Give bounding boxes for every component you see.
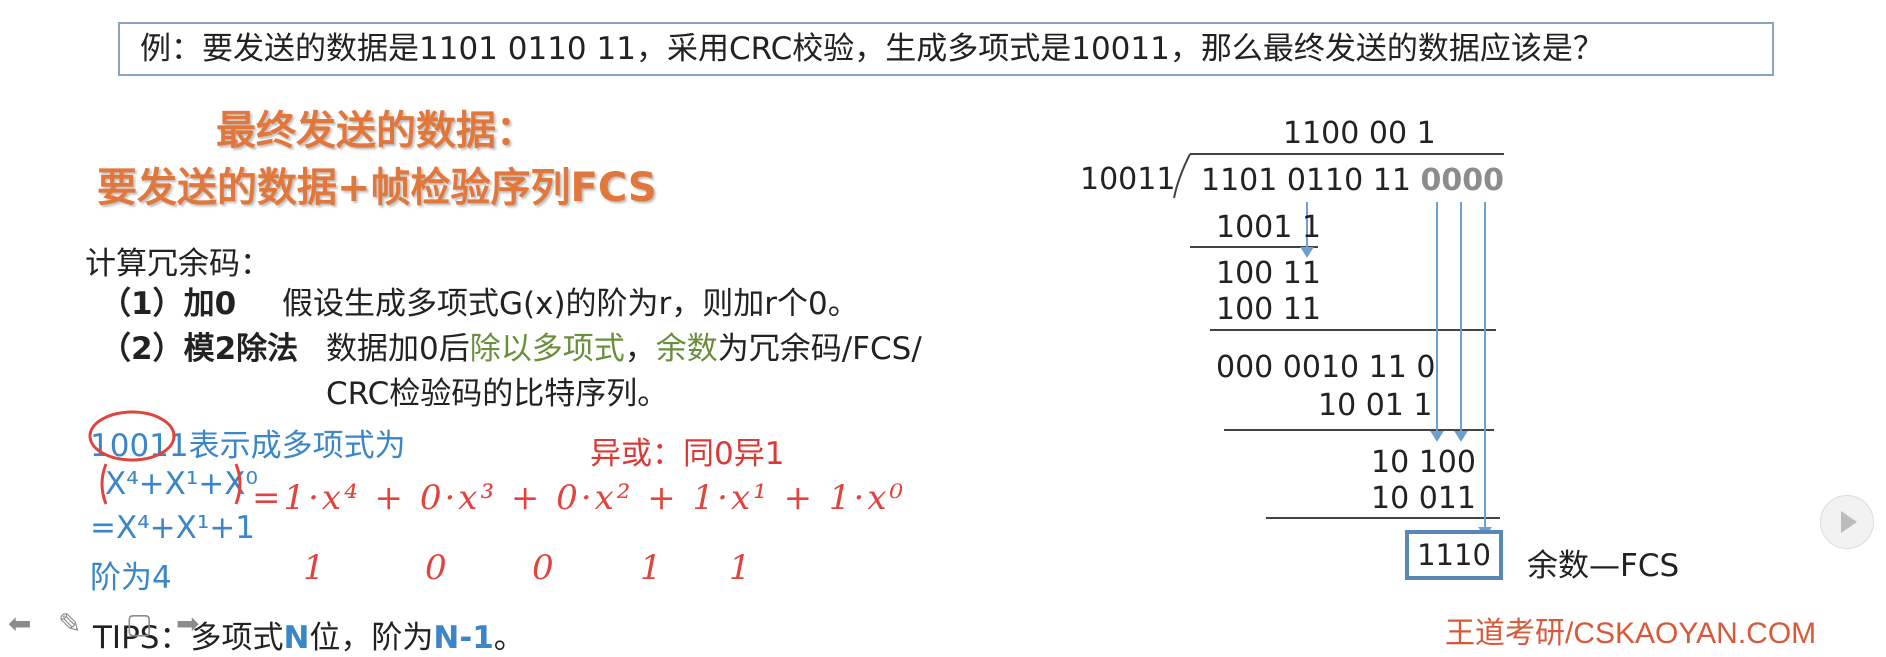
hand-bit-4: 1 — [640, 548, 662, 588]
handwritten-expansion: =1·x⁴ + 0·x³ + 0·x² + 1·x¹ + 1·x⁰ — [252, 478, 907, 518]
heading-line1: 最终发送的数据： — [216, 108, 536, 154]
remainder-label: 余数—FCS — [1527, 548, 1680, 584]
hand-bit-3: 0 — [532, 548, 554, 588]
step2-text: 数据加0后除以多项式，余数为冗余码/FCS/ — [326, 323, 922, 368]
calc-title: 计算冗余码： — [85, 246, 271, 282]
play-button[interactable] — [1820, 495, 1874, 549]
xor-note: 异或：同0异1 — [590, 436, 785, 472]
step2-text-d: 余数 — [655, 331, 718, 367]
tips-text-a: 多项式 — [190, 620, 284, 656]
division-row-6: 10 100 — [1371, 445, 1476, 480]
prev-arrow-icon[interactable]: ⬅ — [8, 607, 31, 640]
quotient: 1100 00 1 — [1283, 116, 1436, 151]
question-box: 例：要发送的数据是1101 0110 11，采用CRC校验，生成多项式是1001… — [118, 22, 1774, 76]
step2-text-line2: CRC检验码的比特序列。 — [326, 376, 669, 412]
division-row-7: 10 011 — [1371, 481, 1476, 516]
division-row-4: 000 0010 11 0 — [1216, 350, 1436, 385]
appended-zeros: 0000 — [1420, 163, 1505, 198]
circle-annotation — [88, 410, 176, 462]
remainder-value: 1110 — [1417, 538, 1491, 572]
divisor: 10011 — [1080, 162, 1176, 197]
footer-brand: 王道考研/CSKAOYAN.COM — [1445, 617, 1817, 650]
tips-line: TIPS：多项式N位，阶为N-1。 — [93, 612, 525, 657]
pen-icon[interactable]: ✎ — [58, 607, 81, 640]
question-text: 例：要发送的数据是1101 0110 11，采用CRC校验，生成多项式是1001… — [140, 31, 1604, 67]
step1-label: （1）加0 — [100, 286, 237, 322]
tips-text-b: N — [283, 620, 310, 656]
division-row-5: 10 01 1 — [1318, 388, 1433, 423]
poly-line4: 阶为4 — [90, 560, 172, 596]
tips-text-c: 位，阶为 — [309, 620, 434, 656]
remainder-box: 1110 — [1405, 530, 1503, 580]
eraser-icon[interactable]: ▢ — [126, 607, 152, 640]
division-row-1: 1001 1 — [1216, 210, 1321, 245]
tips-text-e: 。 — [493, 620, 525, 656]
step2-label: （2）模2除法 — [100, 331, 299, 367]
heading-line2: 要发送的数据+帧检验序列FCS — [97, 165, 657, 211]
dividend-bits: 1101 0110 11 — [1201, 163, 1411, 198]
bracket-annotation — [100, 463, 242, 505]
tips-text-d: N-1 — [433, 620, 494, 656]
step2-text-a: 数据加0后 — [326, 331, 470, 367]
step2-text-b: 除以多项式 — [469, 331, 625, 367]
hand-bit-2: 0 — [425, 548, 447, 588]
division-row-3: 100 11 — [1216, 292, 1321, 327]
step1-text: 假设生成多项式G(x)的阶为r，则加r个0。 — [282, 286, 859, 322]
division-row-2: 100 11 — [1216, 256, 1321, 291]
hand-bit-1: 1 — [303, 548, 325, 588]
dividend: 1101 0110 11 0000 — [1201, 163, 1504, 198]
step2-text-e: 为冗余码/FCS/ — [717, 331, 922, 367]
step2-text-c: ， — [624, 331, 656, 367]
next-arrow-icon[interactable]: ➡ — [176, 607, 199, 640]
hand-bit-5: 1 — [729, 548, 751, 588]
poly-line3: =X⁴+X¹+1 — [90, 510, 255, 546]
